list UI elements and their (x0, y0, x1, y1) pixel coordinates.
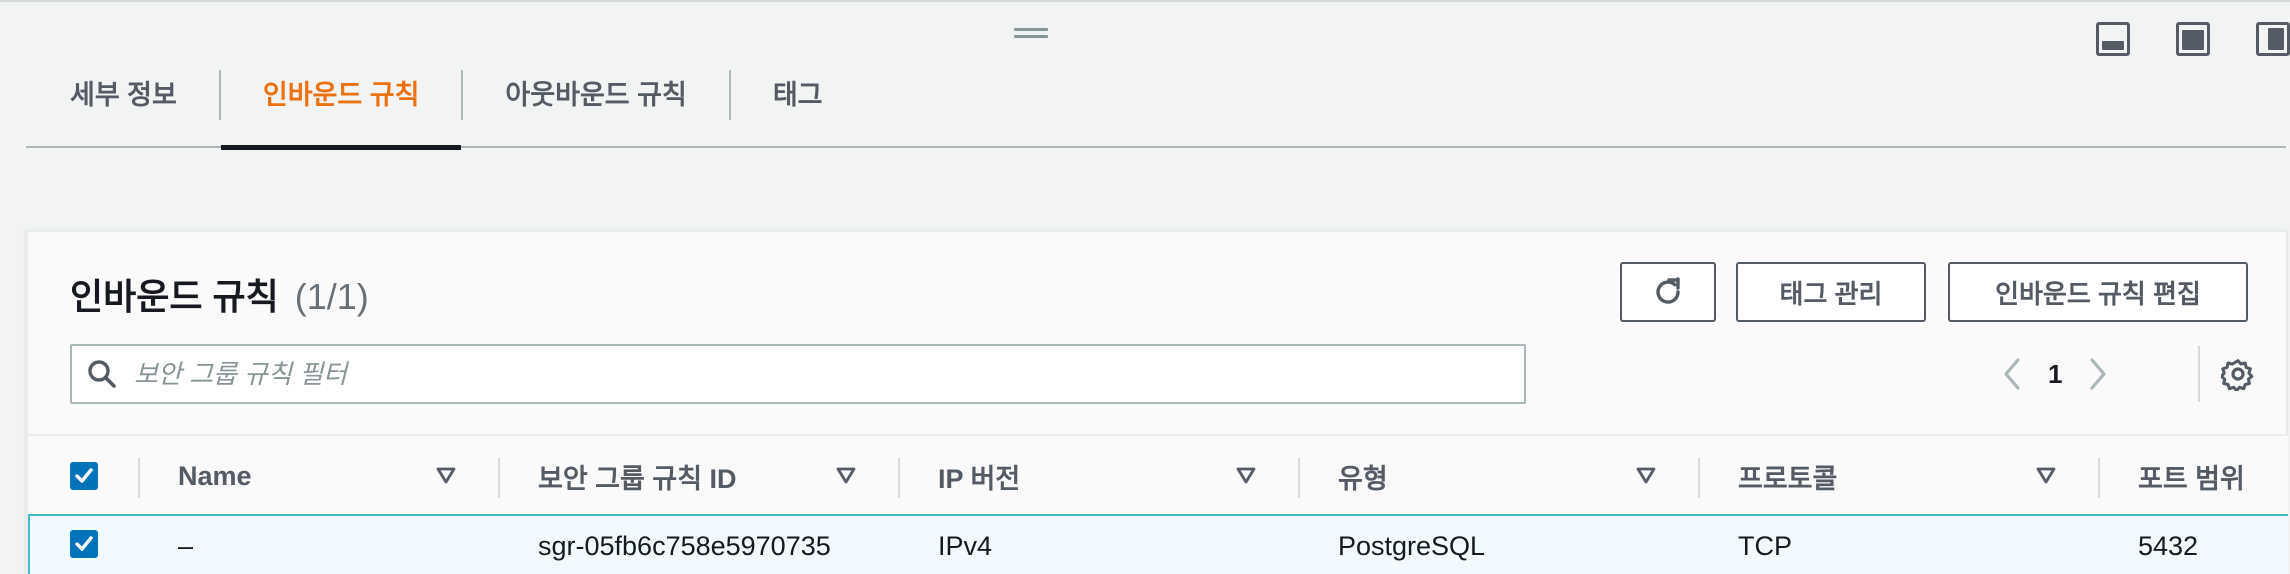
tab-details[interactable]: 세부 정보 (26, 56, 219, 148)
cell-name: – (178, 530, 194, 561)
column-header-label: 보안 그룹 규칙 ID (538, 463, 737, 494)
table-header: Name 보안 그룹 규칙 ID IP 버전 유형 프로토콜 포트 범위 (28, 434, 2288, 514)
panel-title-text: 인바운드 규칙 (70, 276, 279, 317)
column-divider (138, 458, 140, 498)
column-divider (898, 458, 900, 498)
refresh-button[interactable] (1620, 262, 1716, 322)
column-header-protocol[interactable]: 프로토콜 (1738, 436, 1837, 516)
cell-type: PostgreSQL (1338, 530, 1486, 561)
column-header-label: 포트 범위 (2138, 463, 2245, 494)
search-icon (72, 346, 132, 402)
column-header-ip-version[interactable]: IP 버전 (938, 436, 1020, 516)
panel-count: (1/1) (294, 276, 369, 317)
column-divider (1698, 458, 1700, 498)
dock-bottom-icon[interactable] (2096, 22, 2130, 56)
search-box (70, 344, 1526, 404)
top-border (0, 0, 2290, 2)
settings-button[interactable] (2208, 344, 2268, 404)
detail-tabs: 세부 정보 인바운드 규칙 아웃바운드 규칙 태그 (26, 56, 2286, 150)
panel-resize-handle[interactable] (1014, 28, 1048, 40)
page-number[interactable]: 1 (2036, 359, 2074, 390)
checkmark-icon (75, 536, 93, 551)
tab-inbound-rules[interactable]: 인바운드 규칙 (220, 56, 462, 150)
dock-side-icon[interactable] (2256, 22, 2290, 56)
gear-icon (2221, 359, 2254, 391)
column-divider (2098, 458, 2100, 498)
column-divider (498, 458, 500, 498)
tab-tags[interactable]: 태그 (731, 56, 865, 148)
panel-title: 인바운드 규칙 (1/1) (70, 268, 369, 320)
search-input[interactable] (132, 349, 1524, 399)
column-header-label: Name (178, 460, 252, 491)
sort-icon[interactable] (1236, 436, 1256, 516)
column-header-rule-id[interactable]: 보안 그룹 규칙 ID (538, 436, 737, 516)
refresh-icon (1656, 277, 1680, 304)
pagination: 1 (1988, 344, 2122, 404)
column-divider (1298, 458, 1300, 498)
column-header-label: IP 버전 (938, 463, 1021, 494)
cell-port-range: 5432 (2138, 530, 2199, 561)
inbound-rules-panel: 인바운드 규칙 (1/1) 태그 관리 인바운드 규칙 편집 1 (26, 230, 2288, 574)
column-header-name[interactable]: Name (178, 436, 252, 516)
sort-icon[interactable] (836, 436, 856, 516)
previous-page-icon[interactable] (1988, 344, 2036, 404)
cell-rule-id[interactable]: sgr-05fb6c758e5970735 (538, 516, 831, 574)
column-header-type[interactable]: 유형 (1338, 436, 1388, 516)
maximize-panel-icon[interactable] (2176, 22, 2210, 56)
manage-tags-button[interactable]: 태그 관리 (1736, 262, 1926, 322)
column-header-port-range[interactable]: 포트 범위 (2138, 436, 2245, 516)
layout-toggle-group (2050, 22, 2290, 56)
row-checkbox[interactable] (70, 530, 98, 558)
column-header-label: 유형 (1338, 463, 1388, 494)
pager-divider (2198, 346, 2200, 402)
column-header-label: 프로토콜 (1738, 463, 1838, 494)
cell-protocol: TCP (1738, 530, 1792, 561)
select-all-checkbox[interactable] (70, 462, 98, 490)
table-row[interactable]: – sgr-05fb6c758e5970735 IPv4 PostgreSQL … (28, 514, 2288, 574)
sort-icon[interactable] (2036, 436, 2056, 516)
checkmark-icon (75, 468, 93, 483)
cell-ip-version: IPv4 (938, 530, 993, 561)
edit-inbound-rules-button[interactable]: 인바운드 규칙 편집 (1948, 262, 2248, 322)
sort-icon[interactable] (1636, 436, 1656, 516)
tab-outbound-rules[interactable]: 아웃바운드 규칙 (463, 56, 728, 148)
sort-icon[interactable] (436, 436, 456, 516)
next-page-icon[interactable] (2074, 344, 2122, 404)
